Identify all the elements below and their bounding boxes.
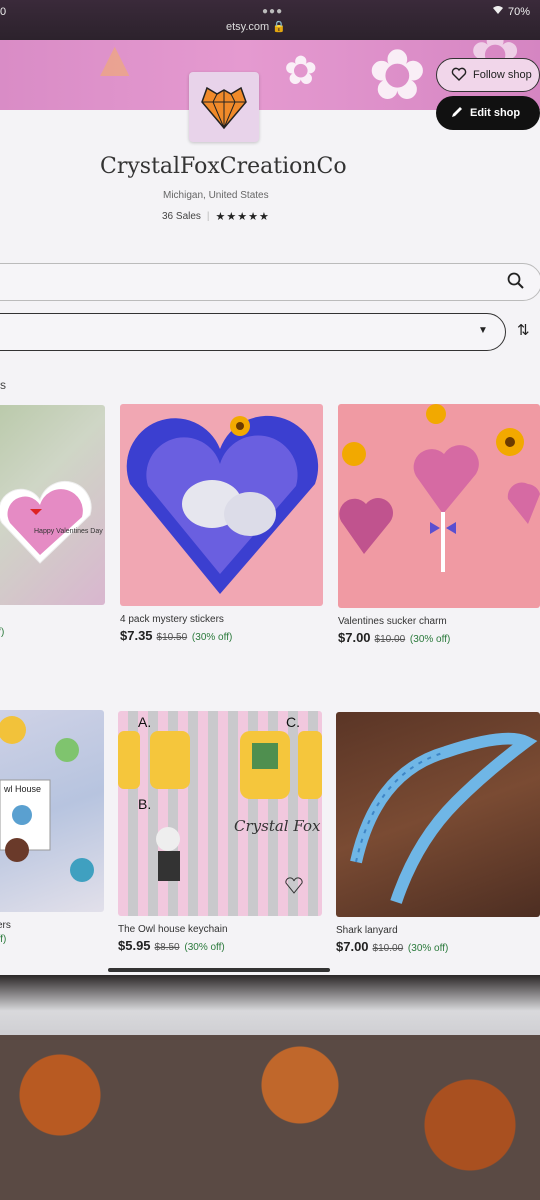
listing-card[interactable]: A. B. C. Crystal Fox Creation The Owl ho… bbox=[118, 711, 322, 953]
shop-logo[interactable] bbox=[189, 72, 259, 142]
keychain-image: A. B. C. Crystal Fox Creation bbox=[118, 714, 322, 894]
follow-shop-label: Follow shop bbox=[473, 69, 532, 81]
fox-decoration: ▲ bbox=[90, 40, 140, 87]
listing-old-price: $10.00 bbox=[372, 943, 404, 954]
listing-image[interactable] bbox=[338, 404, 540, 608]
edit-shop-button[interactable]: Edit shop bbox=[436, 96, 540, 130]
listing-card[interactable]: Shark lanyard $7.00 $10.00 (30% off) bbox=[336, 712, 540, 954]
wifi-icon bbox=[492, 5, 504, 18]
listing-price: $7.00 bbox=[336, 939, 369, 954]
valentine-card-text: Happy Valentines Day bbox=[34, 528, 103, 535]
shop-location: Michigan, United States bbox=[163, 190, 269, 201]
status-time: 0 bbox=[0, 6, 7, 18]
sucker-charm-image bbox=[339, 404, 540, 572]
device-status-bar: 0 ●●● etsy.com 🔒 70% bbox=[0, 0, 540, 40]
owl-house-text: wl House bbox=[3, 784, 41, 794]
listing-discount: (30% off) bbox=[191, 632, 233, 643]
background-blanket bbox=[0, 1035, 540, 1200]
listing-price-row: $7.00 $10.00 (30% off) bbox=[336, 939, 540, 954]
star-rating[interactable]: ★★★★★ bbox=[216, 210, 270, 223]
keychain-label-c: C. bbox=[286, 714, 300, 730]
listing-price: $5.95 bbox=[118, 938, 151, 953]
shop-search-input[interactable] bbox=[0, 263, 540, 301]
search-icon[interactable] bbox=[507, 272, 525, 295]
keychain-label-b: B. bbox=[138, 796, 151, 812]
listing-title[interactable]: 4 pack mystery stickers bbox=[120, 614, 323, 625]
device-bezel bbox=[0, 975, 540, 1035]
listing-price: $7.00 bbox=[338, 630, 371, 645]
crystal-fox-text: Crystal Fox Creation bbox=[234, 817, 322, 835]
listing-title[interactable]: kers bbox=[0, 920, 104, 931]
edit-shop-label: Edit shop bbox=[470, 107, 521, 119]
flower-decoration: ✿ bbox=[284, 49, 318, 93]
listing-title[interactable]: Shark lanyard bbox=[336, 925, 540, 936]
keychain-label-a: A. bbox=[138, 714, 151, 730]
address-bar[interactable]: etsy.com 🔒 bbox=[226, 20, 286, 33]
shark-lanyard-image bbox=[350, 732, 538, 904]
follow-shop-button[interactable]: Follow shop bbox=[436, 58, 540, 92]
listing-price-row: $7.00 $10.00 (30% off) bbox=[338, 630, 540, 645]
chevron-down-icon[interactable]: ▼ bbox=[478, 325, 488, 336]
listing-price-row: $5.95 $8.50 (30% off) bbox=[118, 938, 322, 953]
listing-card[interactable]: Happy Valentines Day off) bbox=[0, 405, 105, 638]
scroll-indicator[interactable] bbox=[108, 968, 330, 972]
battery-text: 70% bbox=[507, 5, 530, 18]
section-heading: s bbox=[0, 378, 6, 392]
browser-menu-dots[interactable]: ●●● bbox=[262, 6, 283, 17]
listing-image[interactable] bbox=[336, 712, 540, 917]
shop-name: CrystalFoxCreationCo bbox=[100, 154, 347, 179]
listing-old-price: $8.50 bbox=[154, 942, 180, 953]
listing-old-price: $10.50 bbox=[156, 632, 188, 643]
section-select[interactable] bbox=[0, 313, 506, 351]
valentine-sticker-image: Happy Valentines Day bbox=[0, 480, 103, 564]
shop-sales-rating: 36 Sales | ★★★★★ bbox=[162, 210, 270, 223]
listing-card[interactable]: 4 pack mystery stickers $7.35 $10.50 (30%… bbox=[120, 404, 323, 643]
flower-decoration: ✿ bbox=[368, 40, 427, 114]
listing-price: $7.35 bbox=[120, 628, 153, 643]
listing-discount: off) bbox=[0, 934, 7, 945]
listing-discount: off) bbox=[0, 627, 5, 638]
listing-discount: (30% off) bbox=[184, 942, 225, 953]
divider: | bbox=[206, 211, 210, 222]
heart-icon bbox=[451, 67, 467, 84]
listing-image[interactable]: A. B. C. Crystal Fox Creation bbox=[118, 711, 322, 916]
listing-image[interactable]: wl House bbox=[0, 710, 104, 912]
listing-card[interactable]: wl House kers off) bbox=[0, 710, 104, 945]
listing-discount: (30% off) bbox=[409, 634, 451, 645]
listing-title[interactable]: The Owl house keychain bbox=[118, 924, 322, 935]
listing-card[interactable]: Valentines sucker charm $7.00 $10.00 (30%… bbox=[338, 404, 540, 645]
listing-title[interactable]: Valentines sucker charm bbox=[338, 616, 540, 627]
listing-image[interactable] bbox=[120, 404, 323, 606]
listing-discount: (30% off) bbox=[407, 943, 449, 954]
status-icons: 70% bbox=[492, 5, 530, 18]
owl-house-stickers-image: wl House bbox=[0, 716, 94, 882]
listing-price-row: $7.35 $10.50 (30% off) bbox=[120, 628, 323, 643]
sort-icon[interactable]: ⇅ bbox=[517, 321, 530, 339]
fox-heart-logo-icon bbox=[201, 86, 247, 130]
pencil-icon bbox=[450, 105, 464, 122]
mystery-stickers-image bbox=[126, 415, 319, 594]
etsy-shop-page: ✿ ✿ ✿ ▲ Follow shop Edit shop CrystalFox… bbox=[0, 40, 540, 975]
sales-count: 36 Sales bbox=[162, 211, 201, 222]
listing-image[interactable]: Happy Valentines Day bbox=[0, 405, 105, 605]
listing-old-price: $10.00 bbox=[374, 634, 406, 645]
